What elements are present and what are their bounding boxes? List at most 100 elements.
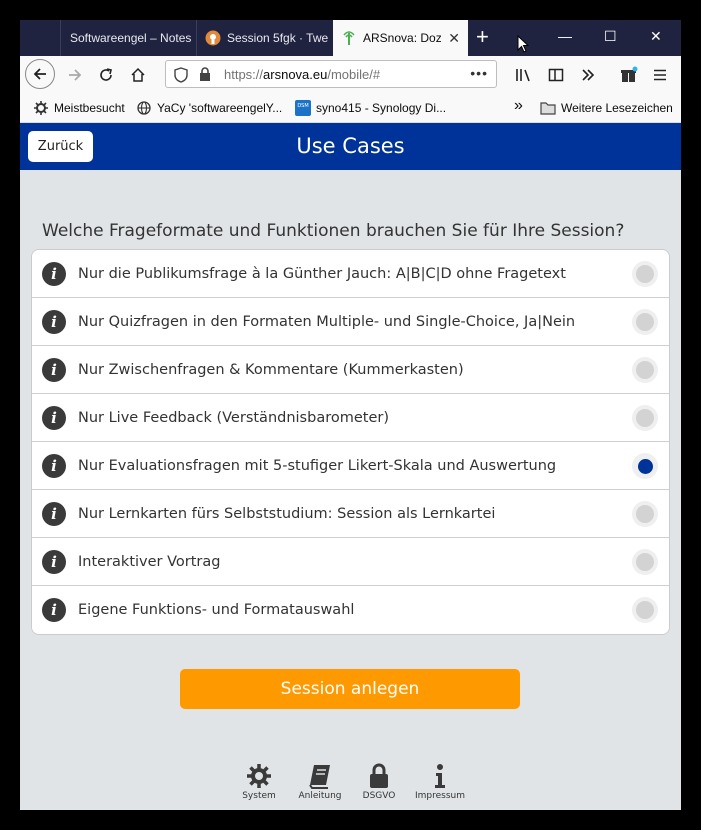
- tab-arsnova[interactable]: ARSnova: Doze ✕: [333, 20, 468, 56]
- book-icon: [309, 765, 330, 789]
- svg-text:DSM: DSM: [297, 103, 308, 109]
- info-icon[interactable]: i: [42, 549, 66, 574]
- radio-dot: [636, 601, 654, 619]
- radio-dot: [636, 361, 654, 379]
- info-icon[interactable]: i: [42, 453, 66, 478]
- lock-icon: [200, 67, 210, 81]
- navigation-toolbar: https://arsnova.eu/mobile/# •••: [20, 56, 681, 92]
- url-text: https://arsnova.eu/mobile/#: [224, 67, 380, 82]
- create-session-button[interactable]: Session anlegen: [180, 669, 520, 709]
- footer-label: Anleitung: [298, 791, 342, 801]
- info-icon[interactable]: i: [42, 598, 66, 622]
- page-header: Use Cases Zurück: [20, 123, 681, 170]
- use-case-radio[interactable]: [632, 597, 658, 623]
- footer-dsgvo[interactable]: DSGVO: [349, 763, 409, 801]
- library-button[interactable]: [511, 62, 537, 88]
- dsm-icon: DSM: [295, 100, 311, 116]
- url-bar[interactable]: https://arsnova.eu/mobile/# •••: [165, 60, 497, 88]
- use-case-option[interactable]: i Interaktiver Vortrag: [32, 538, 669, 586]
- browser-window: Softwareengel – Notes Session 5fgk · Twe…: [20, 20, 681, 810]
- gear-icon: [247, 764, 271, 788]
- footer-anleitung[interactable]: Anleitung: [290, 763, 350, 801]
- arsnova-favicon-icon: [341, 30, 357, 46]
- home-button[interactable]: [125, 62, 151, 88]
- use-case-radio[interactable]: [632, 309, 658, 335]
- url-host: arsnova.eu: [263, 67, 328, 82]
- forward-button[interactable]: [62, 62, 88, 88]
- question-text: Welche Frageformate und Funktionen brauc…: [42, 221, 625, 241]
- use-case-label: Nur die Publikumsfrage à la Günther Jauc…: [78, 265, 566, 282]
- use-case-label: Nur Lernkarten fürs Selbststudium: Sessi…: [78, 505, 496, 522]
- session-favicon-icon: [205, 30, 221, 46]
- bookmarks-overflow-button[interactable]: »: [514, 97, 523, 115]
- info-icon[interactable]: i: [42, 261, 66, 286]
- tab-session[interactable]: Session 5fgk · Twe: [196, 20, 333, 56]
- bookmark-label: YaCy 'softwareengelY...: [157, 101, 283, 115]
- tab-label: Softwareengel – Notes: [70, 31, 192, 45]
- bookmarks-toolbar: Meistbesucht YaCy 'softwareengelY... DSM…: [20, 92, 681, 123]
- bookmark-synology[interactable]: DSM syno415 - Synology Di...: [295, 100, 446, 116]
- info-icon: [435, 764, 445, 788]
- use-case-radio[interactable]: [632, 549, 658, 575]
- sidebar-icon: [548, 68, 564, 82]
- page-title: Use Cases: [296, 134, 405, 158]
- radio-dot: [636, 505, 654, 523]
- use-case-label: Eigene Funktions- und Formatauswahl: [78, 602, 355, 618]
- use-case-radio[interactable]: [632, 501, 658, 527]
- bookmark-yacy[interactable]: YaCy 'softwareengelY...: [136, 100, 282, 116]
- use-case-label: Interaktiver Vortrag: [78, 553, 221, 570]
- tab-softwareengel[interactable]: Softwareengel – Notes: [60, 20, 196, 56]
- use-case-option[interactable]: i Nur Evaluationsfragen mit 5-stufiger Li…: [32, 442, 669, 490]
- bookmark-label: syno415 - Synology Di...: [316, 101, 447, 115]
- url-path: /mobile/#: [327, 67, 381, 82]
- double-chevron-right-icon: [582, 69, 595, 81]
- page-content: Use Cases Zurück Welche Frageformate und…: [20, 123, 681, 810]
- use-case-option[interactable]: i Eigene Funktions- und Formatauswahl: [32, 586, 669, 634]
- use-case-radio[interactable]: [632, 453, 658, 479]
- info-icon[interactable]: i: [42, 405, 66, 430]
- use-case-option[interactable]: i Nur die Publikumsfrage à la Günther Jau…: [32, 250, 669, 298]
- reload-button[interactable]: [93, 62, 119, 88]
- footer-system[interactable]: System: [229, 763, 289, 801]
- footer-impressum[interactable]: Impressum: [410, 763, 470, 801]
- radio-dot: [636, 553, 654, 571]
- footer-label: DSGVO: [362, 791, 396, 801]
- radio-dot: [637, 458, 653, 474]
- radio-dot: [636, 409, 654, 427]
- use-case-radio[interactable]: [632, 261, 658, 287]
- use-case-label: Nur Evaluationsfragen mit 5-stufiger Lik…: [78, 457, 557, 474]
- use-case-label: Nur Zwischenfragen & Kommentare (Kummerk…: [78, 361, 464, 378]
- gear-icon: [33, 100, 49, 116]
- extensions-button[interactable]: [616, 62, 642, 88]
- bookmark-label: Meistbesucht: [54, 101, 125, 115]
- page-actions-button[interactable]: •••: [470, 65, 488, 81]
- radio-dot: [636, 313, 654, 331]
- info-icon[interactable]: i: [42, 309, 66, 334]
- use-case-option[interactable]: i Nur Lernkarten fürs Selbststudium: Sess…: [32, 490, 669, 538]
- footer-label: System: [242, 791, 276, 801]
- info-icon[interactable]: i: [42, 501, 66, 526]
- bookmark-meistbesucht[interactable]: Meistbesucht: [33, 100, 125, 116]
- close-window-button[interactable]: ✕: [650, 28, 662, 45]
- app-menu-button[interactable]: [647, 62, 673, 88]
- back-link-button[interactable]: Zurück: [28, 131, 93, 162]
- use-case-radio[interactable]: [632, 405, 658, 431]
- use-case-option[interactable]: i Nur Zwischenfragen & Kommentare (Kummer…: [32, 346, 669, 394]
- back-button[interactable]: [25, 59, 55, 89]
- sidebar-button[interactable]: [543, 62, 569, 88]
- use-case-option[interactable]: i Nur Live Feedback (Verständnisbarometer…: [32, 394, 669, 442]
- use-case-option[interactable]: i Nur Quizfragen in den Formaten Multiple…: [32, 298, 669, 346]
- bookmark-folder-weitere[interactable]: Weitere Lesezeichen: [540, 100, 673, 116]
- new-tab-button[interactable]: +: [476, 26, 489, 48]
- minimize-button[interactable]: —: [558, 28, 572, 44]
- use-case-radio[interactable]: [632, 357, 658, 383]
- mouse-cursor-icon: [517, 35, 529, 53]
- url-prefix: https://: [224, 67, 264, 82]
- overflow-menu-button[interactable]: [575, 62, 601, 88]
- radio-dot: [636, 265, 654, 283]
- use-case-label: Nur Quizfragen in den Formaten Multiple-…: [78, 313, 576, 330]
- info-icon[interactable]: i: [42, 357, 66, 382]
- shield-icon: [174, 67, 188, 83]
- maximize-button[interactable]: ☐: [604, 28, 617, 45]
- tab-close-icon[interactable]: ✕: [448, 30, 460, 47]
